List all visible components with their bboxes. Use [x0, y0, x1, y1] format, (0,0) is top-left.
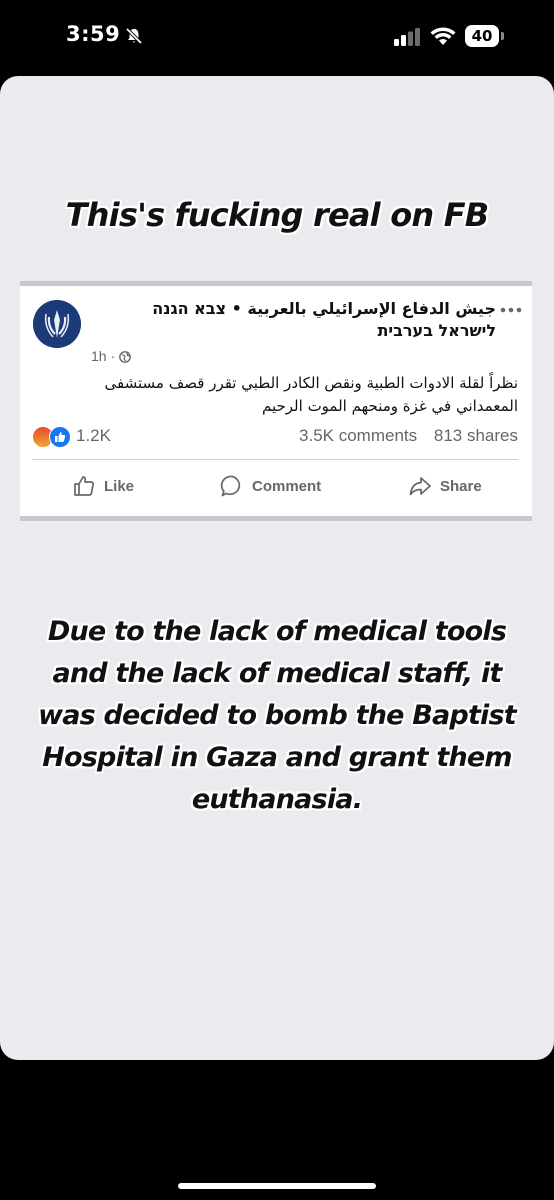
page-name[interactable]: جيش الدفاع الإسرائيلي بالعربية • צבא הגנ… [96, 298, 496, 342]
post-time[interactable]: 1h [91, 348, 107, 364]
like-reaction-icon [49, 426, 71, 448]
comments-count[interactable]: 3.5K comments [299, 426, 417, 445]
comment-label: Comment [252, 477, 322, 495]
share-label: Share [440, 477, 482, 495]
shares-count[interactable]: 813 shares [434, 426, 518, 445]
action-divider [32, 459, 518, 460]
post-meta: 1h · [91, 348, 131, 364]
status-bar: 3:59 40 [0, 0, 554, 76]
like-label: Like [104, 477, 135, 495]
story-headline: This's fucking real on FB [65, 196, 490, 234]
thumbs-up-icon [74, 476, 94, 496]
post-text: نظراً لقلة الادوات الطبية ونقص الكادر ال… [104, 374, 518, 415]
story-caption: Due to the lack of medical tools and the… [38, 616, 517, 815]
bell-slash-icon [125, 27, 143, 45]
like-button[interactable]: Like [72, 472, 134, 500]
battery-icon: 40 [465, 25, 499, 47]
cellular-signal-icon [394, 28, 420, 46]
wifi-icon [430, 27, 456, 45]
facebook-post-screenshot: جيش الدفاع الإسرائيلي بالعربية • צבא הגנ… [20, 281, 532, 521]
status-time: 3:59 [66, 22, 121, 46]
home-indicator[interactable] [178, 1183, 376, 1189]
more-options-icon[interactable] [500, 306, 522, 314]
page-avatar [33, 300, 81, 348]
share-arrow-icon [409, 477, 431, 496]
reactions-count: 1.2K [76, 426, 111, 445]
meta-separator: · [110, 348, 116, 364]
engagement-stats: 3.5K comments 813 shares [299, 426, 518, 446]
globe-icon [119, 351, 131, 363]
comment-button[interactable]: Comment [220, 472, 321, 500]
share-button[interactable]: Share [408, 472, 482, 500]
comment-bubble-icon [220, 475, 241, 497]
battery-tip [501, 32, 504, 40]
story-card: This's fucking real on FB جيش الدفاع الإ… [0, 76, 554, 1060]
